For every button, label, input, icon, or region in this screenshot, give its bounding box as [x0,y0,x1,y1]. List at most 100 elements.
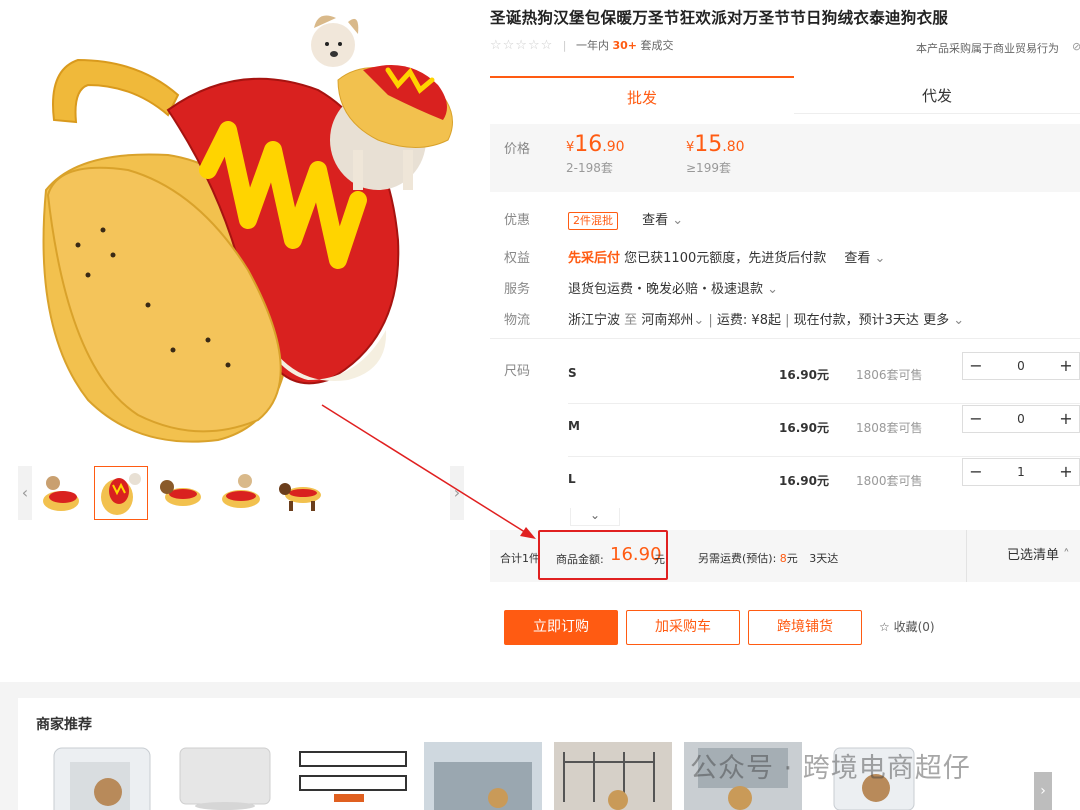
favorite-button[interactable]: ☆ 收藏(0) [879,618,935,635]
size-name: M [568,419,580,433]
logistics-label: 物流 [504,313,531,328]
price-range: ≥199套 [686,161,731,175]
chevron-up-icon: ˄ [1063,548,1070,563]
size-name: S [568,366,577,380]
size-price: 16.90元 [779,474,829,488]
size-price: 16.90元 [779,421,829,435]
service-label: 服务 [504,282,531,297]
recommend-item-2[interactable] [168,742,286,810]
shipping-estimate-label: 另需运费(预估): [698,552,777,565]
pay-later-badge: 先采后付 [568,251,621,266]
logistics-value: 浙江宁波 至 河南郑州⌄ | 运费: ¥8起 | 现在付款，预计3天达 更多 ⌄ [568,309,964,328]
rights-row: 权益 先采后付 您已获1100元额度，先进货后付款 查看 ⌄ [504,247,924,267]
product-page: ‹ › 圣诞热狗汉堡包保暖万圣节狂欢派对万圣节节日狗绒衣泰迪狗衣服 ☆☆☆☆☆ … [0,0,1080,810]
rating-row: ☆☆☆☆☆ | 一年内 30+ 套成交 [490,37,674,53]
chevron-down-icon: ⌄ [672,213,684,228]
info-icon[interactable]: ⊘ [1072,40,1080,53]
size-stock: 1800套可售 [856,474,923,488]
rights-value: 先采后付 您已获1100元额度，先进货后付款 查看 ⌄ [568,247,885,266]
purchase-tabs: 批发 代发 [490,76,1080,114]
discount-view-link[interactable]: 查看 ⌄ [642,213,683,228]
recommend-next-chevron-icon[interactable]: › [1034,772,1052,810]
section-divider [490,338,1080,339]
quantity-input[interactable]: 0 [989,406,1053,432]
goods-amount-highlight: 商品金额: 16.90 元 [538,530,668,580]
buy-now-button[interactable]: 立即订购 [504,610,618,645]
minus-icon[interactable]: − [963,459,989,485]
chevron-right-icon[interactable]: › [450,466,464,520]
price-range: 2-198套 [566,161,613,175]
shipping-fee: 运费: ¥8起 [716,313,781,328]
product-title: 圣诞热狗汉堡包保暖万圣节狂欢派对万圣节节日狗绒衣泰迪狗衣服 [490,9,949,27]
hotdog-costume-illustration [42,15,453,443]
expand-sizes-chevron-icon[interactable]: ⌄ [570,508,620,526]
to-word: 至 [624,313,638,328]
chevron-down-icon: ⌄ [953,313,965,328]
plus-icon[interactable]: + [1053,406,1079,432]
plus-icon[interactable]: + [1053,353,1079,379]
selected-list-label: 已选清单 [1007,548,1060,563]
tab-dropship[interactable]: 代发 [794,76,1080,114]
chevron-left-icon[interactable]: ‹ [18,466,32,520]
chevron-down-icon: ⌄ [874,251,886,266]
thumbnail-4[interactable] [214,466,268,520]
quantity-input[interactable]: 1 [989,459,1053,485]
origin-city: 浙江宁波 [568,313,621,328]
price-integer: 15 [694,132,723,157]
chevron-down-icon: ⌄ [693,313,705,328]
destination-label: 河南郑州 [641,313,694,328]
plus-icon[interactable]: + [1053,459,1079,485]
recommend-item-4[interactable] [424,742,542,810]
favorite-label: 收藏(0) [893,620,935,634]
view-label: 查看 [844,251,871,266]
size-name: L [568,472,576,486]
price-label: 价格 [504,142,531,157]
size-row-m: M 16.90元 1808套可售 − 0 + [568,405,1080,457]
logistics-row: 物流 浙江宁波 至 河南郑州⌄ | 运费: ¥8起 | 现在付款，预计3天达 更… [504,309,984,329]
size-row-l: L 16.90元 1800套可售 − 1 + [568,458,1080,510]
service-row: 服务 退货包运费・晚发必赔・极速退款 ⌄ [504,278,904,298]
selected-list-button[interactable]: 已选清单 ˄ [966,530,1080,582]
goods-amount-unit: 元 [654,553,665,566]
delivery-eta: 现在付款，预计3天达 [793,313,919,328]
shipping-eta: 3天达 [809,552,839,565]
destination-city[interactable]: 河南郑州⌄ [641,313,704,328]
thumbnail-3[interactable] [154,466,208,520]
size-row-s: S 16.90元 1806套可售 − 0 + [568,352,1080,404]
cross-border-listing-button[interactable]: 跨境铺货 [748,610,862,645]
price-tier-2: ¥15.80 ≥199套 [686,132,745,176]
recommend-item-1[interactable] [36,742,154,810]
size-label: 尺码 [504,364,531,379]
recommend-item-5[interactable] [554,742,672,810]
more-link[interactable]: 更多 ⌄ [923,313,964,328]
add-to-cart-button[interactable]: 加采购车 [626,610,740,645]
size-stock: 1808套可售 [856,421,923,435]
quantity-stepper: − 0 + [962,405,1080,433]
rights-label: 权益 [504,251,531,266]
minus-icon[interactable]: − [963,406,989,432]
service-value[interactable]: 退货包运费・晚发必赔・极速退款 ⌄ [568,278,778,297]
shipping-estimate: 另需运费(预估): 8元 3天达 [698,550,838,566]
tab-wholesale[interactable]: 批发 [490,76,794,114]
price-decimal: .90 [602,139,625,155]
divider: | [562,39,567,52]
price-box: 价格 ¥16.90 2-198套 ¥15.80 ≥199套 [490,124,1080,192]
trade-notice[interactable]: 本产品采购属于商业贸易行为 [916,40,1059,56]
discount-label: 优惠 [504,213,531,228]
rights-view-link[interactable]: 查看 ⌄ [844,251,885,266]
sold-count: 30+ [612,39,638,52]
discount-value: 2件混批 查看 ⌄ [568,209,683,230]
size-price: 16.90元 [779,368,829,382]
star-rating-icon: ☆☆☆☆☆ [490,38,554,53]
divider: | [785,313,790,328]
mix-batch-badge: 2件混批 [568,212,618,230]
recommend-title: 商家推荐 [36,717,92,733]
thumbnail-2[interactable] [94,466,148,520]
goods-amount-label: 商品金额: [556,553,604,566]
thumbnail-1[interactable] [34,466,88,520]
thumbnail-5[interactable] [274,466,328,520]
size-stock: 1806套可售 [856,368,923,382]
recommend-item-3[interactable] [294,742,412,810]
quantity-input[interactable]: 0 [989,353,1053,379]
minus-icon[interactable]: − [963,353,989,379]
